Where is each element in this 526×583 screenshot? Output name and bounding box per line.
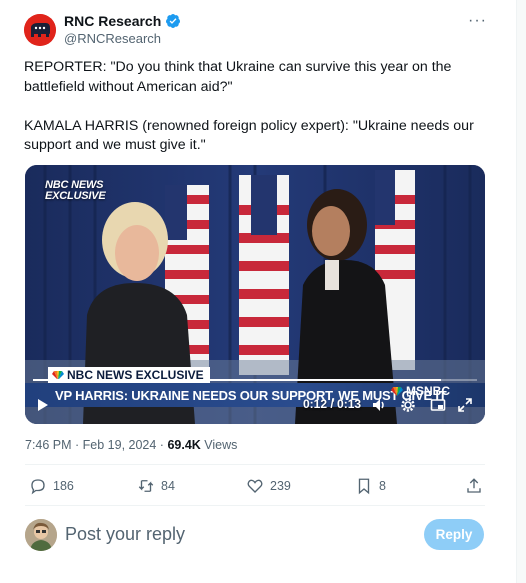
video-progress-bar[interactable] [33,379,477,381]
tweet-text-line: KAMALA HARRIS (renowned foreign policy e… [24,117,474,134]
reply-count: 186 [53,479,74,493]
share-action[interactable] [465,477,483,495]
views-count[interactable]: 69.4K [167,438,200,452]
settings-gear-icon[interactable] [400,397,416,413]
elephant-logo-icon [24,14,56,46]
reply-icon [31,479,45,495]
network-logo: MSNBC [391,384,450,398]
nbc-exclusive-corner-tag: NBC NEWS EXCLUSIVE [45,180,106,202]
bookmark-count: 8 [379,479,386,493]
bookmark-action[interactable]: 8 [355,477,386,495]
share-icon [467,478,481,493]
video-time: 0:12 / 0:13 [303,397,362,411]
volume-icon[interactable] [371,397,387,413]
tweet-meta: 7:46 PM · Feb 19, 2024 · 69.4K Views [25,438,237,452]
picture-in-picture-icon[interactable] [430,397,446,413]
video-player[interactable]: NBC NEWS EXCLUSIVE NBC NEWS EXCLUSIVE VP… [25,165,485,424]
more-options-icon[interactable]: ··· [468,12,487,30]
heart-icon [247,479,263,493]
reply-button[interactable]: Reply [424,519,484,550]
video-headline: VP HARRIS: UKRAINE NEEDS OUR SUPPORT, WE… [55,388,447,403]
reply-action[interactable]: 186 [29,477,74,495]
network-name: MSNBC [406,384,450,398]
user-avatar[interactable] [25,519,57,551]
author-name-row: RNC Research [64,13,181,29]
fullscreen-icon[interactable] [457,397,473,413]
user-avatar-image [25,519,57,551]
author-handle[interactable]: @RNCResearch [64,31,161,46]
repost-action[interactable]: 84 [137,477,175,495]
tweet-text: REPORTER: "Do you think that Ukraine can… [24,58,484,156]
reply-input[interactable]: Post your reply [65,524,185,545]
divider [25,464,485,465]
author-avatar[interactable] [24,14,56,46]
like-action[interactable]: 239 [246,477,291,495]
like-count: 239 [270,479,291,493]
play-icon[interactable] [37,398,49,412]
repost-icon [138,480,154,492]
tweet-card: RNC Research @RNCResearch ··· REPORTER: … [0,0,517,583]
tweet-text-line: support and we must give it." [24,137,206,153]
peacock-icon [391,386,403,396]
timestamp[interactable]: 7:46 PM · Feb 19, 2024 · [25,438,167,452]
bookmark-icon [358,478,370,495]
video-progress-fill [33,379,442,381]
verified-badge-icon [166,14,181,28]
corner-tag-line: EXCLUSIVE [45,190,106,202]
views-label: Views [200,438,238,452]
tweet-text-line: battlefield without American aid?" [24,78,233,95]
divider [25,505,485,506]
repost-count: 84 [161,479,175,493]
tweet-text-line: REPORTER: "Do you think that Ukraine can… [24,59,452,75]
author-name[interactable]: RNC Research [64,13,161,29]
